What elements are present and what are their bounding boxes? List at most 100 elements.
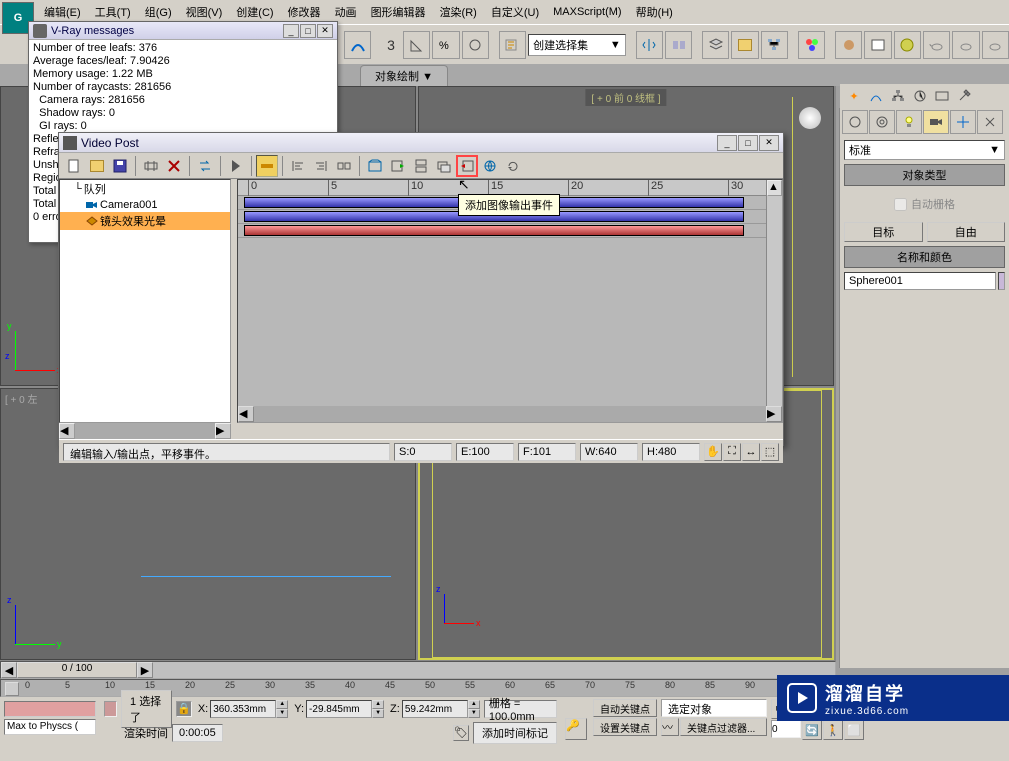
menu-maxscript[interactable]: MAXScript(M) — [547, 3, 627, 21]
menu-grapheditor[interactable]: 图形编辑器 — [365, 1, 432, 23]
geometry-tab-icon[interactable] — [842, 110, 868, 134]
shapes-tab-icon[interactable] — [869, 110, 895, 134]
menu-modifiers[interactable]: 修改器 — [282, 1, 327, 23]
menu-help[interactable]: 帮助(H) — [630, 1, 679, 23]
cameras-tab-icon[interactable] — [923, 110, 949, 134]
vp-align-left-icon[interactable] — [287, 155, 309, 177]
videopost-maximize-button[interactable]: □ — [738, 135, 758, 151]
layer-manager-icon[interactable] — [702, 31, 729, 59]
viewport-front-label[interactable]: [ + 0 前 0 线框 ] — [585, 89, 666, 106]
material-editor-icon[interactable] — [798, 31, 825, 59]
lock-icon[interactable]: 🔒 — [176, 701, 192, 717]
menu-view[interactable]: 视图(V) — [180, 1, 229, 23]
helpers-tab-icon[interactable] — [950, 110, 976, 134]
tree-camera-item[interactable]: Camera001 — [60, 198, 230, 212]
videopost-close-button[interactable]: ✕ — [759, 135, 779, 151]
vp-swap-event-icon[interactable] — [194, 155, 216, 177]
track-lens-bar[interactable] — [244, 225, 744, 236]
vp-edit-event-icon[interactable] — [140, 155, 162, 177]
vp-abut-icon[interactable] — [333, 155, 355, 177]
vp-add-filter-icon[interactable] — [410, 155, 432, 177]
mirror-icon[interactable] — [636, 31, 663, 59]
render-frame-icon[interactable] — [864, 31, 891, 59]
name-color-rollout[interactable]: 名称和颜色 — [844, 246, 1005, 268]
vp-zoom-ext-icon[interactable]: ⛶ — [723, 443, 741, 461]
key-filters-icon[interactable]: 〰 — [661, 718, 679, 736]
spinner-snap-icon[interactable] — [462, 31, 489, 59]
timeline-hscrollbar[interactable]: ◀▶ — [238, 406, 782, 422]
systems-tab-icon[interactable] — [977, 110, 1003, 134]
vp-delete-event-icon[interactable] — [163, 155, 185, 177]
edit-named-sel-icon[interactable] — [499, 31, 526, 59]
sparkle-icon[interactable]: ✦ — [844, 86, 864, 106]
percent-snap-icon[interactable]: % — [432, 31, 459, 59]
vp-align-right-icon[interactable] — [310, 155, 332, 177]
vp-add-image-input-icon[interactable] — [387, 155, 409, 177]
viewport-left-label[interactable]: [ + 0 左 — [5, 391, 38, 406]
selection-set-combo[interactable]: 创建选择集▼ — [528, 34, 626, 56]
vp-open-icon[interactable] — [86, 155, 108, 177]
coord-x-input[interactable] — [210, 700, 276, 718]
current-frame-input[interactable] — [771, 720, 801, 738]
menu-tools[interactable]: 工具(T) — [89, 1, 137, 23]
time-prev-button[interactable]: ◀ — [1, 662, 17, 678]
sphere-object[interactable] — [799, 107, 821, 129]
open-folder-icon[interactable] — [731, 31, 758, 59]
render-setup-icon[interactable] — [835, 31, 862, 59]
menu-create[interactable]: 创建(C) — [230, 1, 279, 23]
videopost-titlebar[interactable]: Video Post _ □ ✕ — [59, 133, 783, 153]
script-output[interactable]: Max to Physcs ( — [4, 719, 96, 735]
vray-close-button[interactable]: ✕ — [317, 24, 333, 38]
teapot2-icon[interactable] — [952, 31, 979, 59]
menu-animation[interactable]: 动画 — [329, 1, 363, 23]
vray-maximize-button[interactable]: □ — [300, 24, 316, 38]
track-config-icon[interactable] — [5, 682, 19, 696]
curve-editor-icon[interactable] — [344, 31, 371, 59]
vp-add-loop-icon[interactable] — [502, 155, 524, 177]
key-selection-combo[interactable]: 选定对象 — [661, 699, 767, 717]
tree-lens-effect-item[interactable]: 镜头效果光晕 — [60, 212, 230, 230]
object-name-input[interactable] — [844, 272, 996, 290]
menu-customize[interactable]: 自定义(U) — [485, 1, 545, 23]
vp-save-icon[interactable] — [109, 155, 131, 177]
target-button[interactable]: 目标 — [844, 222, 923, 242]
lights-tab-icon[interactable] — [896, 110, 922, 134]
tree-queue-root[interactable]: └ 队列 — [60, 180, 230, 198]
menu-group[interactable]: 组(G) — [139, 1, 178, 23]
vray-titlebar[interactable]: V-Ray messages _ □ ✕ — [29, 22, 337, 40]
teapot3-icon[interactable] — [982, 31, 1009, 59]
time-slider[interactable]: ◀ 0 / 100 ▶ — [0, 661, 836, 679]
object-color-swatch[interactable] — [998, 272, 1005, 290]
autokey-button[interactable]: 自动关键点 — [593, 699, 657, 717]
max-toggle-icon[interactable]: ⬜ — [844, 720, 864, 740]
vp-add-scene-icon[interactable] — [364, 155, 386, 177]
add-timetag-button[interactable]: 添加时间标记 — [473, 722, 557, 744]
videopost-queue-tree[interactable]: └ 队列 Camera001 镜头效果光晕 — [59, 179, 231, 423]
selection-lock-icon[interactable] — [104, 701, 117, 717]
free-button[interactable]: 自由 — [927, 222, 1006, 242]
vp-pan-icon[interactable]: ✋ — [704, 443, 722, 461]
vp-zoom-region-icon[interactable]: ⬚ — [761, 443, 779, 461]
category-dropdown[interactable]: 标准▼ — [844, 140, 1005, 160]
coord-y-input[interactable] — [306, 700, 372, 718]
angle-snap-icon[interactable] — [403, 31, 430, 59]
timetag-icon[interactable]: 🏷 — [453, 725, 469, 741]
vp-add-layer-icon[interactable] — [433, 155, 455, 177]
key-mode-icon[interactable]: 🔑 — [565, 718, 587, 740]
align-icon[interactable] — [665, 31, 692, 59]
script-mini-listener[interactable] — [4, 701, 96, 717]
vp-range-icon[interactable] — [256, 155, 278, 177]
vray-minimize-button[interactable]: _ — [283, 24, 299, 38]
utilities-icon[interactable] — [954, 86, 974, 106]
walk-icon[interactable]: 🚶 — [823, 720, 843, 740]
key-filters-button[interactable]: 关键点过滤器... — [680, 718, 767, 736]
hierarchy-icon[interactable] — [888, 86, 908, 106]
vp-zoom-time-icon[interactable]: ↔ — [742, 443, 760, 461]
coord-z-input[interactable] — [402, 700, 468, 718]
vp-new-icon[interactable] — [63, 155, 85, 177]
object-paint-tab[interactable]: 对象绘制 ▼ — [360, 65, 448, 86]
videopost-minimize-button[interactable]: _ — [717, 135, 737, 151]
render-production-icon[interactable] — [894, 31, 921, 59]
menu-edit[interactable]: 编辑(E) — [38, 1, 87, 23]
display-icon[interactable] — [932, 86, 952, 106]
